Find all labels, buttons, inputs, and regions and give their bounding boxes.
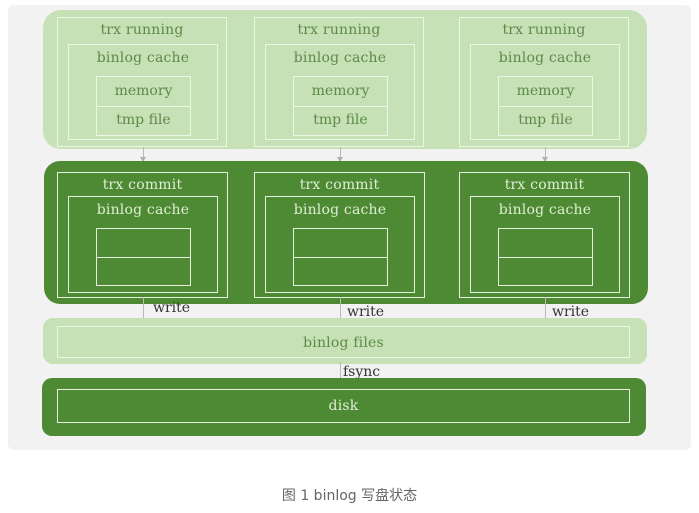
memory-cell: memory xyxy=(499,78,592,107)
trx-running-label: trx running xyxy=(297,22,381,38)
binlog-cache-label: binlog cache xyxy=(293,50,387,66)
binlog-cache-box: binlog cache memory tmp file xyxy=(68,44,218,140)
cache-cell-top xyxy=(97,229,190,258)
arrow-running-to-commit xyxy=(542,147,548,162)
tmp-file-cell: tmp file xyxy=(116,112,171,128)
trx-commit-label: trx commit xyxy=(299,177,380,193)
trx-commit-label: trx commit xyxy=(504,177,585,193)
arrow-running-to-commit xyxy=(337,147,343,162)
binlog-cache-box: binlog cache memory tmp file xyxy=(470,44,620,140)
memory-cell: memory xyxy=(294,78,387,107)
tmp-file-cell: tmp file xyxy=(313,112,368,128)
binlog-files-box: binlog files xyxy=(57,326,630,358)
memory-cell: memory xyxy=(97,78,190,107)
binlog-cache-box: binlog cache memory tmp file xyxy=(265,44,415,140)
trx-commit-box: trx commit binlog cache xyxy=(254,172,425,298)
trx-commit-box: trx commit binlog cache xyxy=(57,172,228,298)
binlog-files-band: binlog files xyxy=(43,318,647,364)
binlog-cache-label: binlog cache xyxy=(498,50,592,66)
disk-box: disk xyxy=(57,389,630,423)
binlog-cache-box: binlog cache xyxy=(265,196,415,293)
cache-storage-box xyxy=(293,228,388,286)
cache-cell-top xyxy=(294,229,387,258)
cache-storage-box: memory tmp file xyxy=(498,76,593,136)
trx-running-band: trx running binlog cache memory tmp file… xyxy=(43,10,647,149)
trx-running-label: trx running xyxy=(502,22,586,38)
disk-band: disk xyxy=(42,378,646,436)
cache-storage-box xyxy=(498,228,593,286)
trx-running-box: trx running binlog cache memory tmp file xyxy=(459,17,629,147)
binlog-cache-label: binlog cache xyxy=(96,50,190,66)
arrow-running-to-commit xyxy=(140,147,146,162)
trx-running-box: trx running binlog cache memory tmp file xyxy=(254,17,424,147)
disk-label: disk xyxy=(328,398,359,414)
binlog-cache-label: binlog cache xyxy=(498,202,592,218)
cache-cell-top xyxy=(499,229,592,258)
binlog-cache-label: binlog cache xyxy=(293,202,387,218)
write-label: write xyxy=(153,300,191,316)
tmp-file-cell: tmp file xyxy=(518,112,573,128)
binlog-cache-box: binlog cache xyxy=(68,196,218,293)
cache-storage-box: memory tmp file xyxy=(96,76,191,136)
binlog-cache-box: binlog cache xyxy=(470,196,620,293)
trx-commit-label: trx commit xyxy=(102,177,183,193)
trx-running-box: trx running binlog cache memory tmp file xyxy=(57,17,227,147)
trx-commit-box: trx commit binlog cache xyxy=(459,172,630,298)
binlog-files-label: binlog files xyxy=(303,335,384,351)
binlog-cache-label: binlog cache xyxy=(96,202,190,218)
figure-caption: 图 1 binlog 写盘状态 xyxy=(281,488,418,504)
trx-running-label: trx running xyxy=(100,22,184,38)
trx-commit-band: trx commit binlog cache trx commit binlo… xyxy=(44,161,648,304)
cache-storage-box: memory tmp file xyxy=(293,76,388,136)
cache-storage-box xyxy=(96,228,191,286)
